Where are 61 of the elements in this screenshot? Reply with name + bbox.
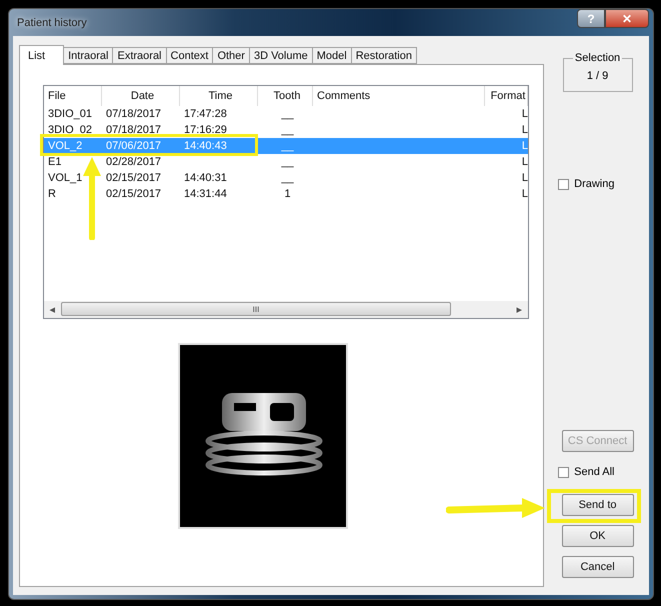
table-cell-text: 17:16:29 <box>183 123 228 138</box>
table-cell-text: __ <box>280 123 295 138</box>
dialog-button[interactable]: Cancel <box>562 556 634 578</box>
table-cell-text: L <box>520 139 528 154</box>
table-cell-text: __ <box>280 155 295 170</box>
table-cell-text: __ <box>280 171 295 186</box>
checkbox-label: Drawing <box>574 178 614 190</box>
file-row[interactable]: R 02/15/2017 14:31:44 1 L <box>44 186 528 202</box>
scroll-right-button[interactable]: ▸ <box>511 303 528 316</box>
tab[interactable]: Intraoral <box>63 47 114 64</box>
table-cell-text: 07/06/2017 <box>105 139 162 154</box>
drawing-checkbox[interactable] <box>558 178 570 190</box>
table-cell-text: 17:47:28 <box>183 107 228 122</box>
tab[interactable]: Extraoral <box>112 47 167 64</box>
table-cell-text: 3DIO_01 <box>47 107 94 122</box>
table-cell-text: R <box>47 187 57 202</box>
table-cell-text: VOL_1 <box>47 171 84 186</box>
table-cell-text: 1 <box>283 187 292 202</box>
table-cell-text: L <box>520 187 528 202</box>
file-row[interactable]: 3DIO_02 07/18/2017 17:16:29 __ L <box>44 122 528 138</box>
table-cell-text: 07/18/2017 <box>105 107 162 122</box>
table-cell-text: 3DIO_02 <box>47 123 94 138</box>
column-header[interactable]: Comments <box>313 86 485 106</box>
table-cell-text: L <box>520 107 528 122</box>
dialog-button[interactable]: Send to <box>562 494 634 516</box>
table-cell-text: L <box>520 171 528 186</box>
table-cell-text: 02/15/2017 <box>105 187 162 202</box>
tab[interactable]: Context <box>166 47 214 64</box>
tab[interactable]: Other <box>212 47 250 64</box>
table-cell-text: 14:31:44 <box>183 187 228 202</box>
selection-count: 1 / 9 <box>586 70 608 82</box>
table-cell-text: __ <box>280 139 295 154</box>
table-cell-text: __ <box>280 107 295 122</box>
table-cell-text: L <box>520 155 528 170</box>
table-cell-text: 14:40:43 <box>183 139 228 154</box>
tab[interactable]: 3D Volume <box>248 47 313 64</box>
window-title: Patient history <box>17 16 88 28</box>
tab[interactable]: Model <box>312 47 352 64</box>
table-cell-text: 02/15/2017 <box>105 171 162 186</box>
file-row[interactable]: E1 02/28/2017 __ L <box>44 154 528 170</box>
tab[interactable]: Restoration <box>350 47 417 64</box>
table-cell-text: E1 <box>47 155 62 170</box>
table-cell-text: VOL_2 <box>47 139 84 154</box>
scroll-left-button[interactable]: ◂ <box>44 303 61 316</box>
table-cell-text: L <box>520 123 528 138</box>
checkbox-label: Send All <box>574 466 615 478</box>
group-label: Selection <box>574 52 622 64</box>
tab[interactable]: List <box>19 45 64 65</box>
table-cell-text: 02/28/2017 <box>105 155 162 170</box>
table-cell-text: 14:40:31 <box>183 171 228 186</box>
file-row[interactable]: VOL_1 02/15/2017 14:40:31 __ L <box>44 170 528 186</box>
column-header[interactable]: Time <box>180 86 258 106</box>
column-header[interactable]: File <box>44 86 102 106</box>
file-row[interactable]: 3DIO_01 07/18/2017 17:47:28 __ L <box>44 106 528 122</box>
dialog-button[interactable]: OK <box>562 525 634 547</box>
send-all-checkbox[interactable] <box>558 466 570 478</box>
column-header[interactable]: Tooth <box>258 86 313 106</box>
column-header[interactable]: Date <box>102 86 180 106</box>
scroll-thumb[interactable]: III <box>61 302 451 316</box>
table-cell-text: 07/18/2017 <box>105 123 162 138</box>
column-header[interactable]: Format <box>485 86 528 106</box>
